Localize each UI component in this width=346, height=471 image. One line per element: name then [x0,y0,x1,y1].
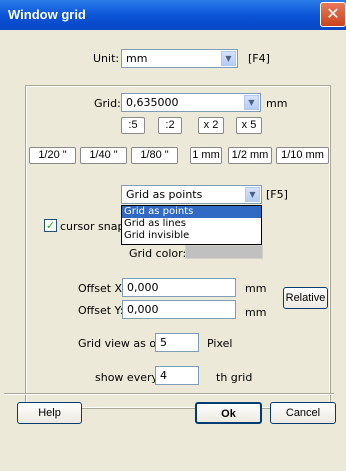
relative-button[interactable]: Relative [283,287,328,309]
preset-half-mm-button[interactable]: 1/2 mm [228,147,272,164]
ok-button[interactable]: Ok [195,402,262,424]
cursor-snaps-checkbox[interactable]: ✓ [44,219,57,232]
close-icon: ✕ [326,4,340,23]
cancel-button[interactable]: Cancel [270,402,336,424]
offset-y-input[interactable]: 0,000 [122,300,236,319]
divide-2-button[interactable]: :2 [158,117,182,134]
grid-size-value: 0,635000 [126,96,179,109]
window-title: Window grid [8,7,86,22]
title-bar[interactable]: Window grid ✕ [0,0,346,30]
grid-mode-dropdown-list[interactable]: Grid as points Grid as lines Grid invisi… [121,205,262,245]
offset-x-label: Offset X: [78,282,126,295]
unit-select[interactable]: mm ▼ [121,49,238,68]
close-button[interactable]: ✕ [320,2,346,27]
offset-y-label: Offset Y: [78,304,124,317]
checkmark-icon: ✓ [45,219,56,232]
preset-1-20-inch-button[interactable]: 1/20 " [29,147,76,164]
times-5-button[interactable]: x 5 [236,117,262,134]
divide-5-button[interactable]: :5 [121,117,145,134]
preset-1-40-inch-button[interactable]: 1/40 " [80,147,127,164]
grid-size-select[interactable]: 0,635000 ▼ [121,93,261,112]
preset-1-mm-button[interactable]: 1 mm [190,147,222,164]
grid-view-label: Grid view as of [78,337,160,350]
grid-mode-option-points[interactable]: Grid as points [122,206,261,218]
grid-mode-option-invisible[interactable]: Grid invisible [122,230,261,242]
show-every-unit: th grid [216,371,253,384]
divider [4,393,334,395]
show-every-label: show every [95,371,159,384]
grid-mode-select[interactable]: Grid as points ▼ [121,185,262,204]
unit-hotkey: [F4] [248,52,270,65]
help-button[interactable]: Help [17,402,82,424]
grid-view-input[interactable]: 5 [155,333,199,352]
grid-mode-value: Grid as points [126,188,203,201]
offset-x-input[interactable]: 0,000 [122,278,236,297]
unit-label: Unit: [93,52,120,65]
preset-1-80-inch-button[interactable]: 1/80 " [131,147,178,164]
grid-mode-hotkey: [F5] [266,188,288,201]
grid-view-unit: Pixel [207,337,233,350]
times-2-button[interactable]: x 2 [198,117,224,134]
offset-x-unit: mm [245,282,267,295]
unit-value: mm [126,52,148,65]
offset-y-unit: mm [245,306,267,319]
grid-mode-option-lines[interactable]: Grid as lines [122,218,261,230]
cursor-snaps-label: cursor snaps [60,220,131,233]
show-every-input[interactable]: 4 [155,366,199,385]
chevron-down-icon[interactable]: ▼ [245,187,260,202]
preset-tenth-mm-button[interactable]: 1/10 mm [276,147,329,164]
grid-color-swatch[interactable] [185,245,263,259]
chevron-down-icon[interactable]: ▼ [221,51,236,66]
grid-color-label: Grid color: [129,247,187,260]
dialog-body: Unit: mm ▼ [F4] Grid: 0,635000 ▼ mm :5 :… [0,30,346,471]
chevron-down-icon[interactable]: ▼ [244,95,259,110]
grid-label: Grid: [94,97,121,110]
grid-unit: mm [266,97,288,110]
